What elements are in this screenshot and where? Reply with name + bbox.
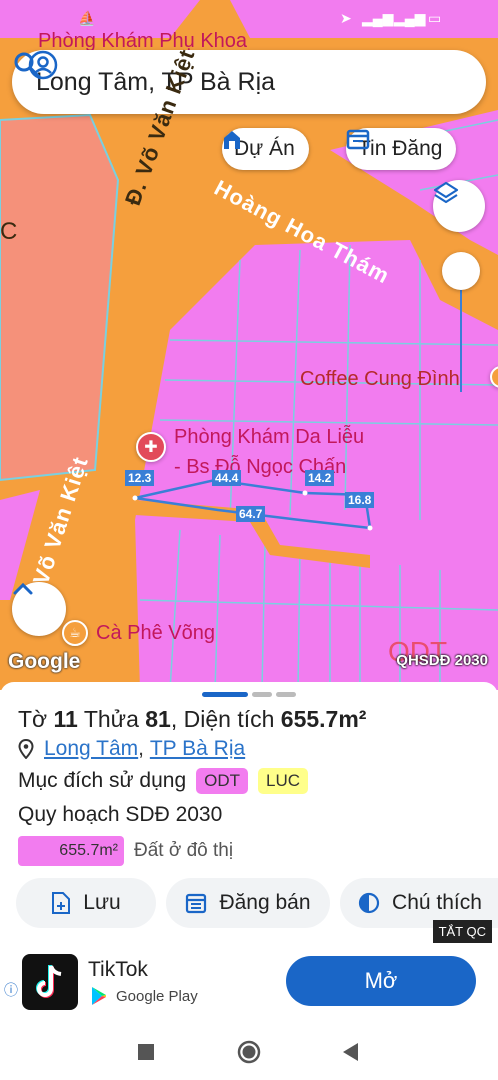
expand-up-button[interactable]: [12, 582, 66, 636]
parcel-info-sheet: Tờ 11 Thửa 81, Diện tích 655.7m² Long Tâ…: [0, 682, 498, 942]
ward-link[interactable]: Long Tâm: [44, 737, 138, 761]
ad-info-icon[interactable]: ⓘ: [4, 980, 18, 1000]
edge-length-label: 14.2: [305, 470, 335, 486]
parcel-title: Tờ 11 Thửa 81, Diện tích 655.7m²: [18, 706, 366, 733]
sheet-label: Tờ: [18, 706, 48, 732]
signal-icon: ▂▄▆: [394, 10, 426, 26]
area-label: , Diện tích: [170, 706, 275, 732]
sell-label: Đăng bán: [219, 891, 311, 914]
parcel-location: Long Tâm, TP Bà Rịa: [18, 737, 245, 761]
layer-name-label: QHSDĐ 2030: [396, 652, 488, 669]
calendar-icon: [346, 129, 370, 150]
chevron-up-icon: [13, 582, 33, 595]
page-indicator: [252, 692, 272, 697]
poi-coffee-label[interactable]: Coffee Cung Đình: [300, 368, 460, 391]
ad-app-name: TikTok: [88, 958, 148, 981]
home-icon[interactable]: [237, 1040, 261, 1064]
plan-title: Quy hoạch SDĐ 2030: [18, 803, 223, 826]
google-logo: Google: [8, 650, 81, 673]
save-label: Lưu: [83, 891, 121, 914]
map-view[interactable]: ⛵ ➤ ▂▄▆ ▂▄▆ ▭ Phòng Khám Phụ Khoa Long T…: [0, 0, 498, 690]
tin-dang-label: Tin Đăng: [358, 137, 443, 160]
land-use-label: Mục đích sử dụng: [18, 769, 187, 792]
system-nav-bar: [0, 1022, 498, 1080]
close-ad-button[interactable]: TẮT QC: [432, 920, 492, 943]
recents-icon[interactable]: [138, 1044, 154, 1060]
du-an-chip[interactable]: Dự Án: [222, 128, 309, 170]
poi-clinic-label-1[interactable]: Phòng Khám Da Liễu: [174, 426, 364, 449]
add-file-icon: [52, 892, 71, 914]
calendar-icon: [186, 893, 207, 914]
search-input[interactable]: Long Tâm, TP Bà Rịa: [36, 68, 486, 97]
poi-cafe-label[interactable]: Cà Phê Võng: [96, 622, 215, 645]
search-bar[interactable]: Long Tâm, TP Bà Rịa: [12, 50, 486, 114]
sheet-number: 11: [53, 706, 78, 732]
cup-icon: ☕: [69, 625, 81, 640]
opacity-slider-handle[interactable]: [442, 252, 480, 290]
land-use-tag-odt: ODT: [196, 768, 249, 794]
land-use-tag-luc: LUC: [258, 768, 309, 794]
legend-label: Chú thích: [392, 891, 482, 914]
signal-icon: ▂▄▆: [362, 10, 394, 26]
ad-open-button[interactable]: Mở: [286, 956, 476, 1006]
tin-dang-chip[interactable]: Tin Đăng: [346, 128, 457, 170]
edge-length-label: 12.3: [125, 470, 155, 486]
map-label: C: [0, 218, 18, 245]
plot-number: 81: [145, 706, 171, 732]
notification-icon: ⛵: [78, 10, 96, 26]
layers-button[interactable]: [433, 180, 485, 232]
building-icon: [224, 131, 240, 149]
medical-cross-icon: ✚: [144, 439, 158, 456]
plot-label: Thửa: [83, 706, 139, 732]
save-button[interactable]: Lưu: [16, 878, 156, 928]
battery-icon: ▭: [428, 10, 442, 26]
page-indicator: [276, 692, 296, 697]
search-icon[interactable]: [12, 50, 42, 80]
poi-clinic-marker[interactable]: ✚: [136, 432, 166, 462]
location-pin-icon: [18, 739, 34, 759]
ad-banner[interactable]: TẮT QC ⓘ TikTok Google Play Mở: [0, 920, 498, 1022]
city-link[interactable]: TP Bà Rịa: [150, 737, 245, 761]
area-value: 655.7m²: [280, 706, 367, 732]
land-use-row: Mục đích sử dụng ODT LUC: [18, 768, 309, 794]
edge-length-label: 16.8: [345, 492, 375, 508]
google-play-icon: [92, 987, 106, 1005]
page-indicator-active: [202, 692, 248, 697]
sell-button[interactable]: Đăng bán: [166, 878, 330, 928]
tiktok-logo: [22, 954, 78, 1010]
tiktok-icon: [36, 965, 62, 998]
plan-area-swatch: 655.7m²: [18, 836, 124, 866]
ad-store-name: Google Play: [116, 988, 198, 1005]
contrast-icon: [358, 892, 380, 914]
layers-icon: [433, 181, 459, 204]
poi-cafe-marker[interactable]: ☕: [62, 620, 88, 646]
edge-length-label: 64.7: [236, 506, 266, 522]
plan-area-desc: Đất ở đô thị: [134, 840, 234, 861]
back-icon[interactable]: [342, 1042, 360, 1062]
edge-length-label: 44.4: [212, 470, 242, 486]
plan-area-row: 655.7m² Đất ở đô thị: [18, 836, 233, 866]
location-icon: ➤: [340, 10, 352, 26]
